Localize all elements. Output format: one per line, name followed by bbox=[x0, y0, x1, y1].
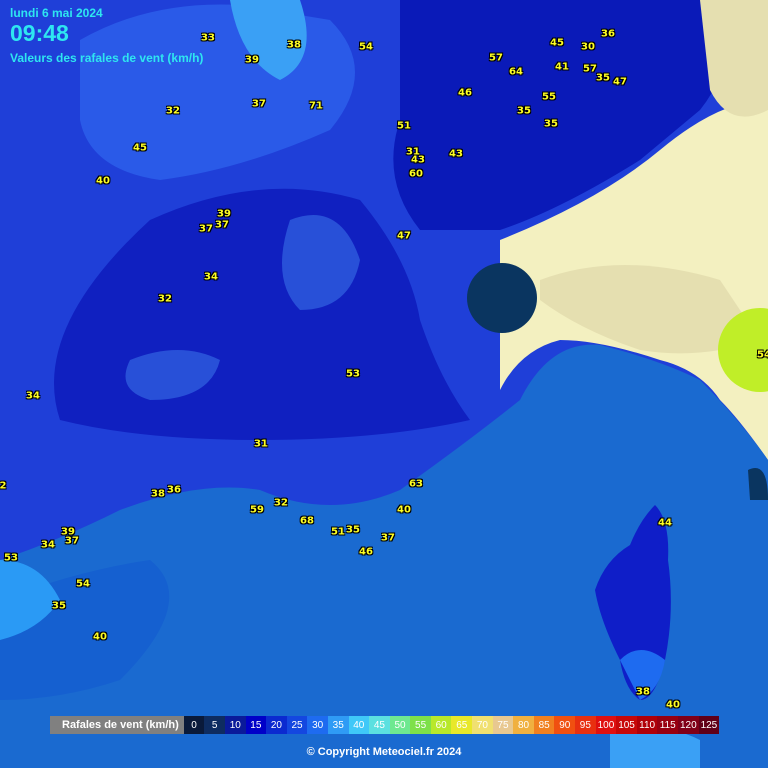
station-value: 37 bbox=[252, 98, 266, 110]
map-subtitle: Valeurs des rafales de vent (km/h) bbox=[10, 51, 204, 65]
station-value: 37 bbox=[199, 223, 213, 235]
station-value: 35 bbox=[544, 118, 558, 130]
legend-swatch: 115 bbox=[657, 716, 679, 734]
station-value: 35 bbox=[596, 72, 610, 84]
station-value: 64 bbox=[509, 66, 523, 78]
station-value: 68 bbox=[300, 515, 314, 527]
station-value: 53 bbox=[4, 552, 18, 564]
legend-swatch: 100 bbox=[595, 716, 617, 734]
map-time: 09:48 bbox=[10, 20, 69, 46]
station-value: 59 bbox=[250, 504, 264, 516]
station-value: 34 bbox=[204, 271, 218, 283]
station-value: 45 bbox=[550, 37, 564, 49]
station-value: 41 bbox=[555, 61, 569, 73]
legend-swatch: 70 bbox=[472, 716, 493, 734]
station-value: 54 bbox=[757, 349, 768, 361]
station-value: 40 bbox=[93, 631, 107, 643]
station-value: 35 bbox=[52, 600, 66, 612]
map-panel: lundi 6 mai 2024 09:48 Valeurs des rafal… bbox=[0, 0, 768, 768]
station-value: 71 bbox=[309, 100, 323, 112]
station-value: 35 bbox=[517, 105, 531, 117]
legend-swatch: 20 bbox=[266, 716, 287, 734]
station-value: 38 bbox=[636, 686, 650, 698]
station-value: 40 bbox=[666, 699, 680, 711]
station-value: 36 bbox=[167, 484, 181, 496]
station-value: 38 bbox=[287, 39, 301, 51]
station-value: 46 bbox=[458, 87, 472, 99]
legend-swatch: 50 bbox=[389, 716, 411, 734]
station-value: 51 bbox=[331, 526, 345, 538]
station-value: 38 bbox=[151, 488, 165, 500]
station-value: 40 bbox=[397, 504, 411, 516]
station-value: 54 bbox=[359, 41, 373, 53]
station-value: 35 bbox=[346, 524, 360, 536]
legend-swatches: 0 5 10 15 20 25 30 35 40 45 50 55 60 65 70 75 80 85 90 95 10… bbox=[183, 716, 720, 734]
legend-swatch: 0 bbox=[183, 716, 205, 734]
legend-swatch: 125 bbox=[698, 716, 720, 734]
station-value: 36 bbox=[601, 28, 615, 40]
legend-swatch: 85 bbox=[533, 716, 555, 734]
legend-swatch: 25 bbox=[286, 716, 308, 734]
station-value: 46 bbox=[359, 546, 373, 558]
legend-swatch: 5 bbox=[204, 716, 225, 734]
legend-title: Rafales de vent (km/h) bbox=[62, 719, 179, 731]
legend-swatch: 55 bbox=[410, 716, 431, 734]
legend-swatch: 15 bbox=[245, 716, 267, 734]
station-value: 37 bbox=[215, 219, 229, 231]
station-value: 34 bbox=[26, 390, 40, 402]
station-value: 51 bbox=[397, 120, 411, 132]
legend-swatch: 105 bbox=[616, 716, 637, 734]
wind-gust-map bbox=[0, 0, 768, 768]
station-value: 55 bbox=[542, 91, 556, 103]
station-value: 63 bbox=[409, 478, 423, 490]
station-value: 43 bbox=[449, 148, 463, 160]
station-value: 44 bbox=[658, 517, 672, 529]
station-value: 53 bbox=[346, 368, 360, 380]
station-value: 30 bbox=[581, 41, 595, 53]
station-value: 37 bbox=[381, 532, 395, 544]
station-value: 31 bbox=[254, 438, 268, 450]
station-value: 2 bbox=[0, 480, 7, 492]
legend-swatch: 110 bbox=[636, 716, 658, 734]
legend-swatch: 75 bbox=[492, 716, 514, 734]
station-value: 54 bbox=[76, 578, 90, 590]
station-value: 34 bbox=[41, 539, 55, 551]
station-value: 47 bbox=[613, 76, 627, 88]
legend-swatch: 45 bbox=[369, 716, 390, 734]
station-value: 45 bbox=[133, 142, 147, 154]
legend-swatch: 10 bbox=[224, 716, 246, 734]
legend-swatch: 95 bbox=[575, 716, 596, 734]
station-value: 39 bbox=[245, 54, 259, 66]
station-value: 57 bbox=[583, 63, 597, 75]
station-value: 37 bbox=[65, 535, 79, 547]
station-value: 32 bbox=[166, 105, 180, 117]
station-value: 39 bbox=[217, 208, 231, 220]
map-date: lundi 6 mai 2024 bbox=[10, 6, 103, 20]
station-value: 57 bbox=[489, 52, 503, 64]
station-value: 32 bbox=[158, 293, 172, 305]
gust-legend: Rafales de vent (km/h) 0 5 10 15 20 25 30 35 40 4… bbox=[50, 716, 720, 734]
station-value: 43 bbox=[411, 154, 425, 166]
legend-swatch: 65 bbox=[451, 716, 473, 734]
legend-swatch: 30 bbox=[307, 716, 328, 734]
station-value: 33 bbox=[201, 32, 215, 44]
legend-swatch: 35 bbox=[327, 716, 349, 734]
station-value: 60 bbox=[409, 168, 423, 180]
low-gust-blob bbox=[467, 263, 537, 333]
legend-swatch: 60 bbox=[430, 716, 452, 734]
legend-swatch: 80 bbox=[513, 716, 534, 734]
station-value: 32 bbox=[274, 497, 288, 509]
legend-swatch: 120 bbox=[678, 716, 699, 734]
copyright: © Copyright Meteociel.fr 2024 bbox=[306, 746, 462, 758]
legend-swatch: 90 bbox=[554, 716, 576, 734]
station-value: 40 bbox=[96, 175, 110, 187]
station-value: 47 bbox=[397, 230, 411, 242]
legend-swatch: 40 bbox=[348, 716, 370, 734]
